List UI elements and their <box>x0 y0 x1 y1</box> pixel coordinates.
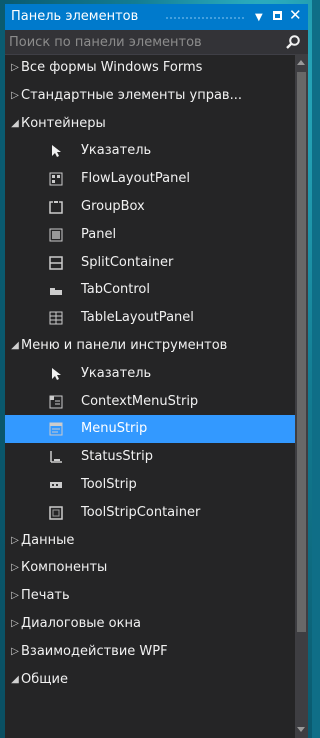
splitcontainer-icon <box>49 255 63 270</box>
panel-title: Панель элементов <box>11 9 139 24</box>
vertical-scrollbar[interactable] <box>295 54 308 738</box>
toolbox-panel: Панель элементов ▼ ✕ ▷Все формы Windows … <box>5 4 308 738</box>
tree-category[interactable]: ◢ Меню и панели инструментов <box>5 332 295 360</box>
toolbox-item[interactable]: GroupBox <box>5 193 295 221</box>
pointer-icon <box>52 145 61 158</box>
toolbox-item[interactable]: MenuStrip <box>5 415 295 444</box>
item-label: Указатель <box>81 143 152 159</box>
category-label: Контейнеры <box>21 115 106 131</box>
tree-category[interactable]: ▷ Диалоговые окна <box>5 610 295 638</box>
statusstrip-icon <box>50 451 62 463</box>
category-label: Меню и панели инструментов <box>21 337 228 353</box>
toolbox-item[interactable]: TableLayoutPanel <box>5 304 295 332</box>
collapsed-arrow-icon[interactable]: ▷ <box>9 54 21 82</box>
category-label: Общие <box>21 671 68 687</box>
panel-icon <box>49 228 63 242</box>
item-label: ToolStrip <box>81 476 137 492</box>
toolbox-item[interactable]: TabControl <box>5 276 295 304</box>
drag-grip[interactable] <box>165 16 245 21</box>
category-label: Стандартные элементы управ... <box>21 87 242 103</box>
tree-category[interactable]: ▷ Все формы Windows Forms <box>5 54 295 82</box>
tree-category[interactable]: ▷ Стандартные элементы управ... <box>5 82 295 110</box>
toolbox-item[interactable]: FlowLayoutPanel <box>5 165 295 193</box>
tree-category[interactable]: ▷ Печать <box>5 582 295 610</box>
contextmenustrip-icon <box>49 395 63 409</box>
category-label: Данные <box>21 532 75 548</box>
scrollbar-thumb[interactable] <box>297 72 306 632</box>
pointer-icon <box>52 367 61 380</box>
flowlayoutpanel-icon <box>49 172 63 186</box>
item-label: MenuStrip <box>81 421 148 437</box>
category-label: Компоненты <box>21 560 108 576</box>
tablelayoutpanel-icon <box>49 311 63 325</box>
scroll-up-icon[interactable] <box>297 60 305 65</box>
item-label: StatusStrip <box>81 449 153 465</box>
toolbox-item[interactable]: Panel <box>5 221 295 249</box>
menustrip-icon <box>49 422 63 436</box>
item-label: FlowLayoutPanel <box>81 171 190 187</box>
tabcontrol-icon <box>50 288 62 296</box>
search-bar <box>5 30 308 55</box>
category-label: Печать <box>21 588 70 604</box>
collapsed-arrow-icon[interactable]: ▷ <box>9 610 21 638</box>
toolbox-tree: ▷ Все формы Windows Forms ▷ Стандартные эле… <box>5 54 295 738</box>
item-label: ToolStripContainer <box>81 504 201 520</box>
expanded-arrow-icon[interactable]: ◢ <box>9 332 21 360</box>
toolbox-item[interactable]: Указатель <box>5 137 295 165</box>
tree-category[interactable]: ▷ Данные <box>5 527 295 555</box>
close-icon[interactable]: ✕ <box>289 7 302 23</box>
item-label: ContextMenuStrip <box>81 393 199 409</box>
toolstrip-icon <box>50 481 62 488</box>
tree-category[interactable]: ◢ Контейнеры <box>5 110 295 138</box>
tree-category[interactable]: ◢ Общие <box>5 666 295 694</box>
item-label: Panel <box>81 226 117 242</box>
tree-category[interactable]: ▷ Компоненты <box>5 554 295 582</box>
toolstripcontainer-icon <box>49 506 63 520</box>
item-label: Указатель <box>81 365 152 381</box>
toolbox-item[interactable]: SplitContainer <box>5 249 295 277</box>
search-icon[interactable] <box>285 34 301 50</box>
expanded-arrow-icon[interactable]: ◢ <box>9 666 21 694</box>
item-label: GroupBox <box>81 198 145 214</box>
search-input[interactable] <box>5 30 277 54</box>
collapsed-arrow-icon[interactable]: ▷ <box>9 82 21 110</box>
scroll-down-icon[interactable] <box>297 727 305 732</box>
collapsed-arrow-icon[interactable]: ▷ <box>9 554 21 582</box>
groupbox-icon <box>49 200 63 214</box>
collapsed-arrow-icon[interactable]: ▷ <box>9 638 21 666</box>
expanded-arrow-icon[interactable]: ◢ <box>9 110 21 138</box>
collapsed-arrow-icon[interactable]: ▷ <box>9 527 21 555</box>
tree-category[interactable]: ▷ Взаимодействие WPF <box>5 638 295 666</box>
category-label: Диалоговые окна <box>21 615 141 631</box>
collapsed-arrow-icon[interactable]: ▷ <box>9 582 21 610</box>
toolbox-item[interactable]: ToolStrip <box>5 471 295 499</box>
item-label: TableLayoutPanel <box>81 310 194 326</box>
item-label: SplitContainer <box>81 254 174 270</box>
dropdown-arrow-icon[interactable]: ▼ <box>255 10 263 26</box>
toolbox-item[interactable]: StatusStrip <box>5 443 295 471</box>
category-label: Взаимодействие WPF <box>21 643 168 659</box>
category-label: Все формы Windows Forms <box>21 60 203 75</box>
toolbox-titlebar[interactable]: Панель элементов ▼ ✕ <box>5 4 308 30</box>
toolbox-item[interactable]: ToolStripContainer <box>5 499 295 527</box>
item-label: TabControl <box>81 282 150 298</box>
window-position-icon[interactable] <box>273 11 282 20</box>
toolbox-item[interactable]: ContextMenuStrip <box>5 388 295 416</box>
toolbox-item[interactable]: Указатель <box>5 360 295 388</box>
